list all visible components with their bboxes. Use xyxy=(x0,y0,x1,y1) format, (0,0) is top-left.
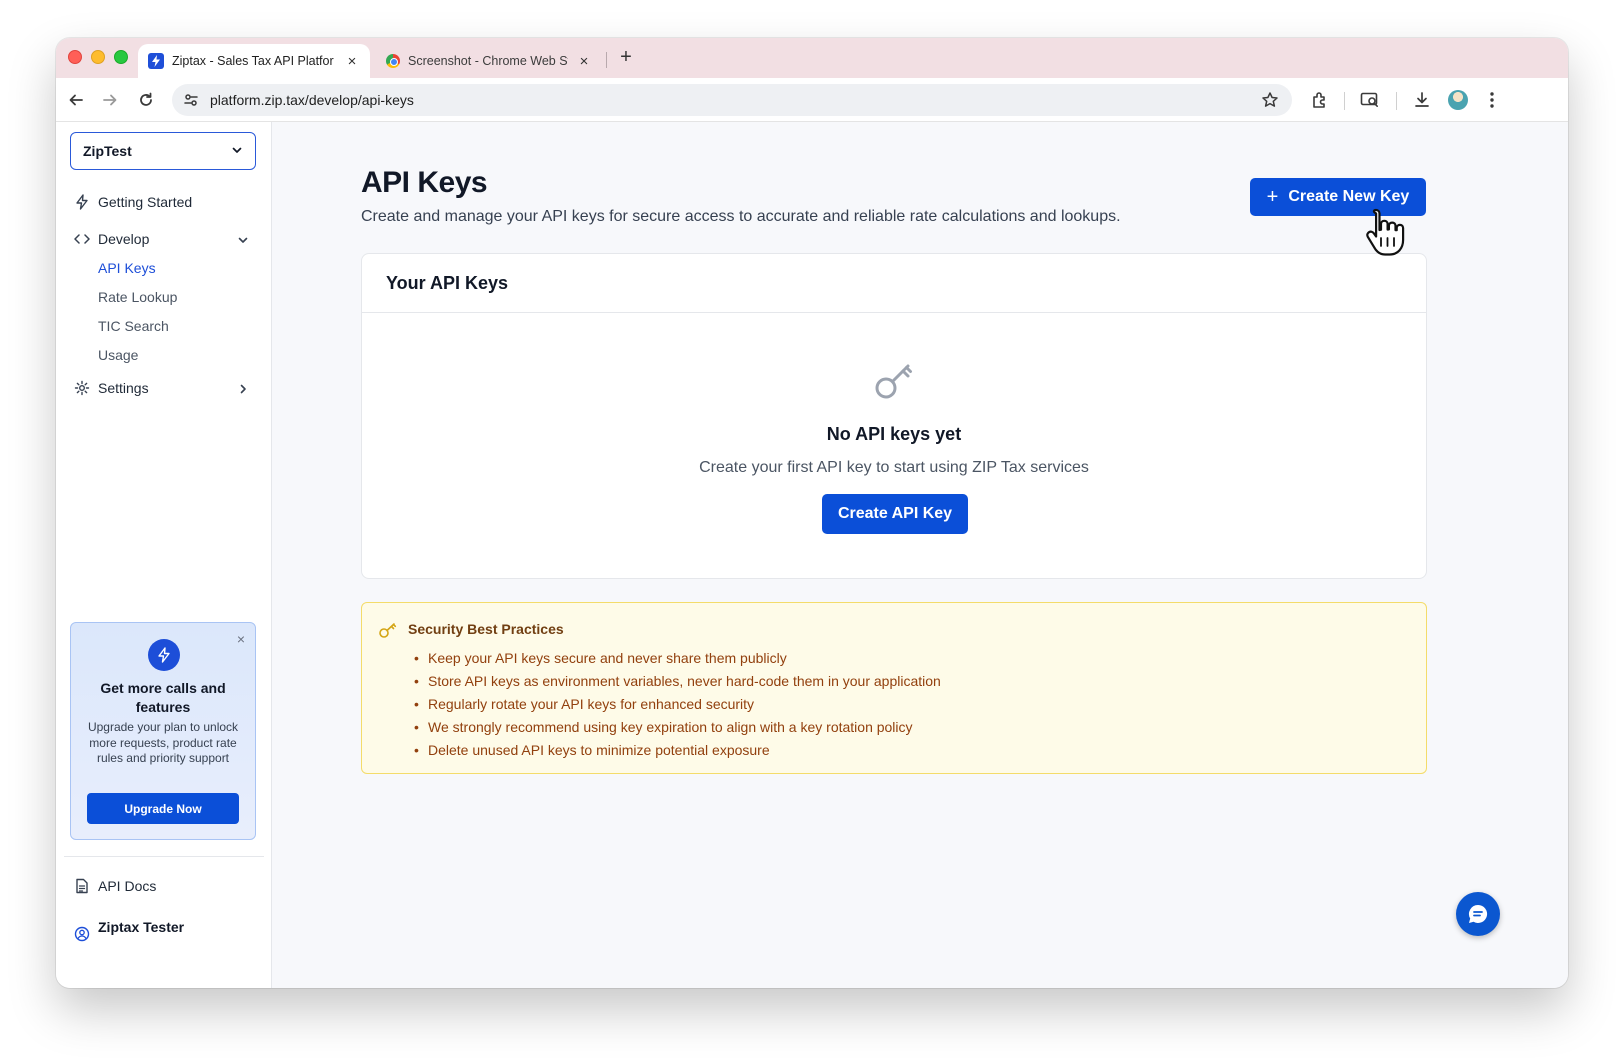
list-item: Keep your API keys secure and never shar… xyxy=(414,647,941,670)
tab-close-icon[interactable]: × xyxy=(344,53,360,70)
user-name: Ziptax Tester xyxy=(98,919,185,935)
user-circle-icon xyxy=(74,926,90,942)
sidebar-item-getting-started[interactable]: Getting Started xyxy=(74,194,192,210)
browser-window: Ziptax - Sales Tax API Platfor × Screens… xyxy=(56,38,1568,988)
chevron-down-icon xyxy=(231,143,243,159)
sidebar: ZipTest Getting Started Develop API Keys… xyxy=(56,122,272,988)
tab-title: Screenshot - Chrome Web St xyxy=(408,54,568,68)
site-info-icon[interactable] xyxy=(180,89,202,111)
chat-icon xyxy=(1468,904,1488,923)
close-window-button[interactable] xyxy=(68,50,82,64)
upgrade-now-button[interactable]: Upgrade Now xyxy=(87,793,239,824)
profile-avatar-icon xyxy=(1448,90,1468,110)
chrome-web-store-favicon-icon xyxy=(386,54,400,68)
tab-search-icon[interactable] xyxy=(1358,88,1382,112)
create-api-key-button[interactable]: Create API Key xyxy=(822,494,968,534)
close-icon[interactable]: × xyxy=(237,631,245,647)
bolt-icon xyxy=(74,194,90,210)
list-item: Delete unused API keys to minimize poten… xyxy=(414,739,941,762)
create-new-key-button[interactable]: + Create New Key xyxy=(1250,178,1426,216)
security-title: Security Best Practices xyxy=(408,621,564,637)
sidebar-item-api-docs[interactable]: API Docs xyxy=(74,878,156,894)
create-new-key-label: Create New Key xyxy=(1288,188,1410,205)
minimize-window-button[interactable] xyxy=(91,50,105,64)
sidebar-item-label: Settings xyxy=(98,380,149,396)
user-account[interactable]: Ziptax Tester xyxy=(74,912,184,942)
address-bar[interactable]: platform.zip.tax/develop/api-keys xyxy=(172,84,1292,116)
url-text: platform.zip.tax/develop/api-keys xyxy=(210,92,414,108)
document-icon xyxy=(74,878,90,894)
zoom-window-button[interactable] xyxy=(114,50,128,64)
extensions-icon[interactable] xyxy=(1308,88,1332,112)
forward-icon[interactable] xyxy=(98,88,122,112)
chevron-right-icon[interactable] xyxy=(236,382,250,396)
browser-menu-icon[interactable] xyxy=(1480,88,1504,112)
sidebar-item-label: Getting Started xyxy=(98,194,193,210)
promo-title: Get more calls and features xyxy=(100,680,226,715)
toolbar-divider xyxy=(1396,92,1397,110)
profile-avatar[interactable] xyxy=(1446,88,1470,112)
ziptax-favicon-icon xyxy=(148,53,164,69)
api-keys-card-header: Your API Keys xyxy=(362,254,1426,313)
sidebar-item-usage[interactable]: Usage xyxy=(98,347,138,363)
list-item: Store API keys as environment variables,… xyxy=(414,670,941,693)
tab-close-icon[interactable]: × xyxy=(576,53,592,70)
promo-text: Upgrade your plan to unlock more request… xyxy=(87,720,239,765)
page-subtitle: Create and manage your API keys for secu… xyxy=(361,208,1121,225)
workspace-select[interactable]: ZipTest xyxy=(70,132,256,170)
api-keys-card: Your API Keys No API keys yet Create you… xyxy=(361,253,1427,579)
list-item: Regularly rotate your API keys for enhan… xyxy=(414,693,941,716)
chevron-down-icon[interactable] xyxy=(236,233,250,247)
sidebar-item-rate-lookup[interactable]: Rate Lookup xyxy=(98,289,177,305)
bolt-icon xyxy=(148,639,180,671)
security-list: Keep your API keys secure and never shar… xyxy=(414,647,941,762)
code-icon xyxy=(74,231,90,247)
key-icon xyxy=(379,623,397,638)
security-best-practices: Security Best Practices Keep your API ke… xyxy=(361,602,1427,774)
list-item: We strongly recommend using key expirati… xyxy=(414,716,941,739)
empty-state-text: Create your first API key to start using… xyxy=(699,459,1089,476)
divider xyxy=(64,856,264,857)
workspace-name: ZipTest xyxy=(83,143,132,159)
app: ZipTest Getting Started Develop API Keys… xyxy=(56,122,1568,988)
tab-title: Ziptax - Sales Tax API Platfor xyxy=(172,54,334,68)
tab-separator xyxy=(606,52,607,68)
back-icon[interactable] xyxy=(64,88,88,112)
page-title: API Keys xyxy=(361,166,488,199)
tab-ziptax[interactable]: Ziptax - Sales Tax API Platfor × xyxy=(138,44,370,78)
bookmark-star-icon[interactable] xyxy=(1256,86,1284,114)
sidebar-item-api-keys[interactable]: API Keys xyxy=(98,260,156,276)
sidebar-item-label: API Docs xyxy=(98,878,157,894)
plus-icon: + xyxy=(1266,186,1279,208)
download-icon[interactable] xyxy=(1410,88,1434,112)
key-icon xyxy=(875,364,912,399)
main-content: API Keys Create and manage your API keys… xyxy=(272,122,1568,988)
sidebar-item-label: Develop xyxy=(98,231,150,247)
new-tab-button[interactable]: + xyxy=(614,46,638,70)
sidebar-item-settings[interactable]: Settings xyxy=(74,380,149,396)
browser-toolbar: platform.zip.tax/develop/api-keys xyxy=(56,78,1568,122)
upgrade-promo-card: × Get more calls and features Upgrade yo… xyxy=(70,622,256,840)
sidebar-item-tic-search[interactable]: TIC Search xyxy=(98,318,169,334)
chat-button[interactable] xyxy=(1456,892,1500,936)
tab-strip: Ziptax - Sales Tax API Platfor × Screens… xyxy=(56,38,1568,78)
gear-icon xyxy=(74,380,90,396)
toolbar-divider xyxy=(1344,92,1345,110)
tab-screenshot[interactable]: Screenshot - Chrome Web St × xyxy=(376,44,602,78)
empty-state-title: No API keys yet xyxy=(826,424,962,444)
sidebar-item-develop[interactable]: Develop xyxy=(74,231,149,247)
reload-icon[interactable] xyxy=(134,88,158,112)
